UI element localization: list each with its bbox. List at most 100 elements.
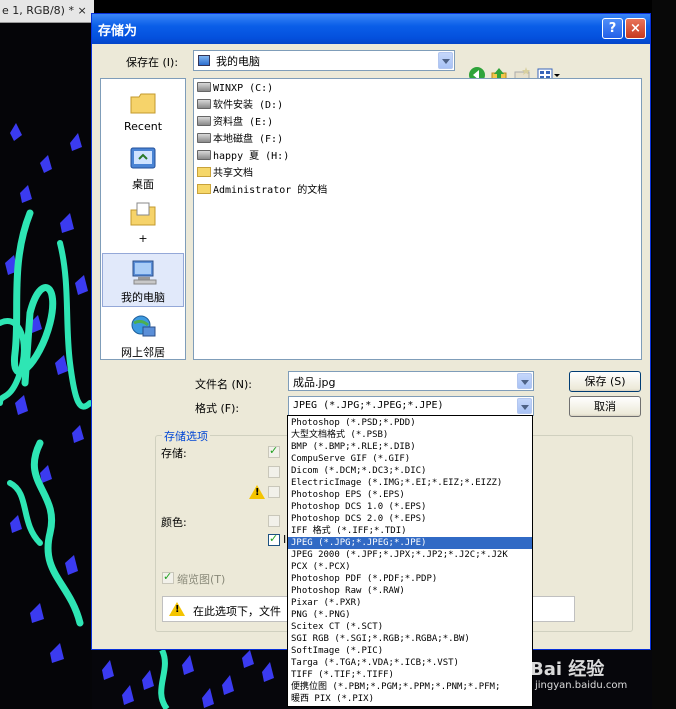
format-label: 格式 (F): bbox=[195, 402, 240, 415]
format-option[interactable]: Photoshop PDF (*.PDF;*.PDP) bbox=[288, 573, 532, 585]
icc-checkbox[interactable] bbox=[268, 532, 280, 546]
place-my-computer[interactable]: 我的电脑 bbox=[102, 253, 184, 307]
info-text: 在此选项下，文件 bbox=[193, 605, 281, 618]
save-in-value: 我的电脑 bbox=[216, 55, 260, 68]
format-option[interactable]: SoftImage (*.PIC) bbox=[288, 645, 532, 657]
format-option[interactable]: PCX (*.PCX) bbox=[288, 561, 532, 573]
store-label: 存储: bbox=[161, 447, 187, 460]
filename-combo[interactable]: 成品.jpg bbox=[288, 371, 534, 391]
format-option[interactable]: CompuServe GIF (*.GIF) bbox=[288, 453, 532, 465]
save-options-title: 存储选项 bbox=[162, 428, 210, 444]
store-checkbox-1[interactable] bbox=[268, 444, 280, 458]
format-option[interactable]: 便携位图 (*.PBM;*.PGM;*.PPM;*.PNM;*.PFM; bbox=[288, 681, 532, 693]
list-item[interactable]: WINXP (C:) bbox=[197, 81, 273, 98]
icc-label-partial: I bbox=[283, 533, 287, 546]
filename-value: 成品.jpg bbox=[293, 376, 336, 389]
format-option[interactable]: 大型文档格式 (*.PSB) bbox=[288, 429, 532, 441]
my-documents-icon bbox=[130, 202, 156, 226]
place-recent[interactable]: Recent bbox=[102, 85, 184, 139]
format-value: JPEG (*.JPG;*.JPEG;*.JPE) bbox=[293, 400, 444, 411]
recent-folder-icon bbox=[130, 93, 156, 114]
save-button[interactable]: 保存 (S) bbox=[569, 371, 641, 392]
canvas-left bbox=[0, 23, 92, 709]
format-option[interactable]: Dicom (*.DCM;*.DC3;*.DIC) bbox=[288, 465, 532, 477]
place-my-documents-label: + bbox=[138, 232, 148, 245]
save-in-label: 保存在 (I): bbox=[126, 56, 179, 69]
format-option[interactable]: Pixar (*.PXR) bbox=[288, 597, 532, 609]
format-option[interactable]: TIFF (*.TIF;*.TIFF) bbox=[288, 669, 532, 681]
format-option[interactable]: 暖西 PIX (*.PIX) bbox=[288, 693, 532, 705]
canvas-art bbox=[0, 123, 92, 663]
place-network[interactable]: 网上邻居 bbox=[102, 309, 184, 363]
color-label: 颜色: bbox=[161, 516, 187, 529]
dialog-title: 存储为 bbox=[98, 24, 138, 39]
warning-icon bbox=[169, 602, 185, 616]
format-option[interactable]: PNG (*.PNG) bbox=[288, 609, 532, 621]
file-name: 本地磁盘 (F:) bbox=[213, 134, 284, 145]
thumbnail-label: 缩览图(T) bbox=[177, 573, 226, 586]
format-option[interactable]: Targa (*.TGA;*.VDA;*.ICB;*.VST) bbox=[288, 657, 532, 669]
format-option[interactable]: JPEG (*.JPG;*.JPEG;*.JPE) bbox=[288, 537, 532, 549]
list-item[interactable]: happy 夏 (H:) bbox=[197, 149, 289, 166]
canvas-right bbox=[652, 0, 676, 709]
drive-icon bbox=[197, 150, 211, 160]
title-bar[interactable]: 存储为 ? × bbox=[92, 14, 650, 44]
store-checkbox-2[interactable] bbox=[268, 466, 280, 478]
place-desktop[interactable]: 桌面 bbox=[102, 141, 184, 195]
filename-label: 文件名 (N): bbox=[195, 378, 253, 391]
cancel-button[interactable]: 取消 bbox=[569, 396, 641, 417]
network-icon bbox=[131, 315, 156, 337]
format-combo[interactable]: JPEG (*.JPG;*.JPEG;*.JPE) bbox=[288, 396, 534, 416]
save-in-combo[interactable]: 我的电脑 bbox=[193, 50, 455, 71]
file-name: WINXP (C:) bbox=[213, 83, 274, 94]
warning-icon bbox=[249, 485, 265, 499]
place-my-computer-label: 我的电脑 bbox=[121, 291, 165, 304]
place-desktop-label: 桌面 bbox=[132, 178, 154, 191]
format-option[interactable]: Scitex CT (*.SCT) bbox=[288, 621, 532, 633]
chevron-down-icon[interactable] bbox=[517, 373, 532, 389]
format-option[interactable]: IFF 格式 (*.IFF;*.TDI) bbox=[288, 525, 532, 537]
format-option[interactable]: Photoshop (*.PSD;*.PDD) bbox=[288, 417, 532, 429]
list-item[interactable]: 共享文档 bbox=[197, 166, 253, 183]
format-option[interactable]: JPEG 2000 (*.JPF;*.JPX;*.JP2;*.J2C;*.J2K bbox=[288, 549, 532, 561]
list-item[interactable]: Administrator 的文档 bbox=[197, 183, 327, 200]
drive-icon bbox=[197, 99, 211, 109]
place-my-documents[interactable]: + bbox=[102, 197, 184, 251]
close-button[interactable]: × bbox=[625, 18, 646, 39]
places-bar: Recent 桌面 + 我的电脑 网上邻居 bbox=[100, 78, 186, 360]
format-option[interactable]: Photoshop EPS (*.EPS) bbox=[288, 489, 532, 501]
store-checkbox-3[interactable] bbox=[268, 486, 280, 498]
drive-icon bbox=[197, 116, 211, 126]
thumbnail-checkbox[interactable] bbox=[162, 570, 174, 584]
format-option[interactable]: Photoshop DCS 2.0 (*.EPS) bbox=[288, 513, 532, 525]
color-checkbox-1[interactable] bbox=[268, 515, 280, 527]
format-option[interactable]: Photoshop DCS 1.0 (*.EPS) bbox=[288, 501, 532, 513]
place-recent-label: Recent bbox=[123, 120, 163, 133]
watermark-url: jingyan.baidu.com bbox=[535, 680, 628, 691]
watermark-logo: Bai 经验 bbox=[530, 659, 605, 680]
format-option[interactable]: BMP (*.BMP;*.RLE;*.DIB) bbox=[288, 441, 532, 453]
computer-small-icon bbox=[198, 55, 210, 66]
file-list[interactable]: WINXP (C:) 软件安装 (D:) 资料盘 (E:) 本地磁盘 (F:) … bbox=[193, 78, 642, 360]
list-item[interactable]: 资料盘 (E:) bbox=[197, 115, 273, 132]
folder-icon bbox=[197, 167, 211, 177]
document-tab[interactable]: e 1, RGB/8) * × bbox=[0, 0, 94, 23]
desktop-icon bbox=[130, 147, 156, 169]
drive-icon bbox=[197, 82, 211, 92]
format-option[interactable]: Photoshop Raw (*.RAW) bbox=[288, 585, 532, 597]
place-network-label: 网上邻居 bbox=[121, 346, 165, 359]
format-dropdown-list[interactable]: Photoshop (*.PSD;*.PDD) 大型文档格式 (*.PSB) BMP… bbox=[287, 415, 533, 707]
folder-icon bbox=[197, 184, 211, 194]
file-name: 资料盘 (E:) bbox=[213, 117, 274, 128]
file-name: happy 夏 (H:) bbox=[213, 151, 290, 162]
list-item[interactable]: 本地磁盘 (F:) bbox=[197, 132, 283, 149]
list-item[interactable]: 软件安装 (D:) bbox=[197, 98, 283, 115]
drive-icon bbox=[197, 133, 211, 143]
file-name: 共享文档 bbox=[213, 168, 253, 179]
chevron-down-icon[interactable] bbox=[517, 398, 532, 414]
format-option[interactable]: SGI RGB (*.SGI;*.RGB;*.RGBA;*.BW) bbox=[288, 633, 532, 645]
file-name: Administrator 的文档 bbox=[213, 185, 328, 196]
format-option[interactable]: ElectricImage (*.IMG;*.EI;*.EIZ;*.EIZZ) bbox=[288, 477, 532, 489]
chevron-down-icon[interactable] bbox=[438, 52, 453, 69]
help-button[interactable]: ? bbox=[602, 18, 623, 39]
